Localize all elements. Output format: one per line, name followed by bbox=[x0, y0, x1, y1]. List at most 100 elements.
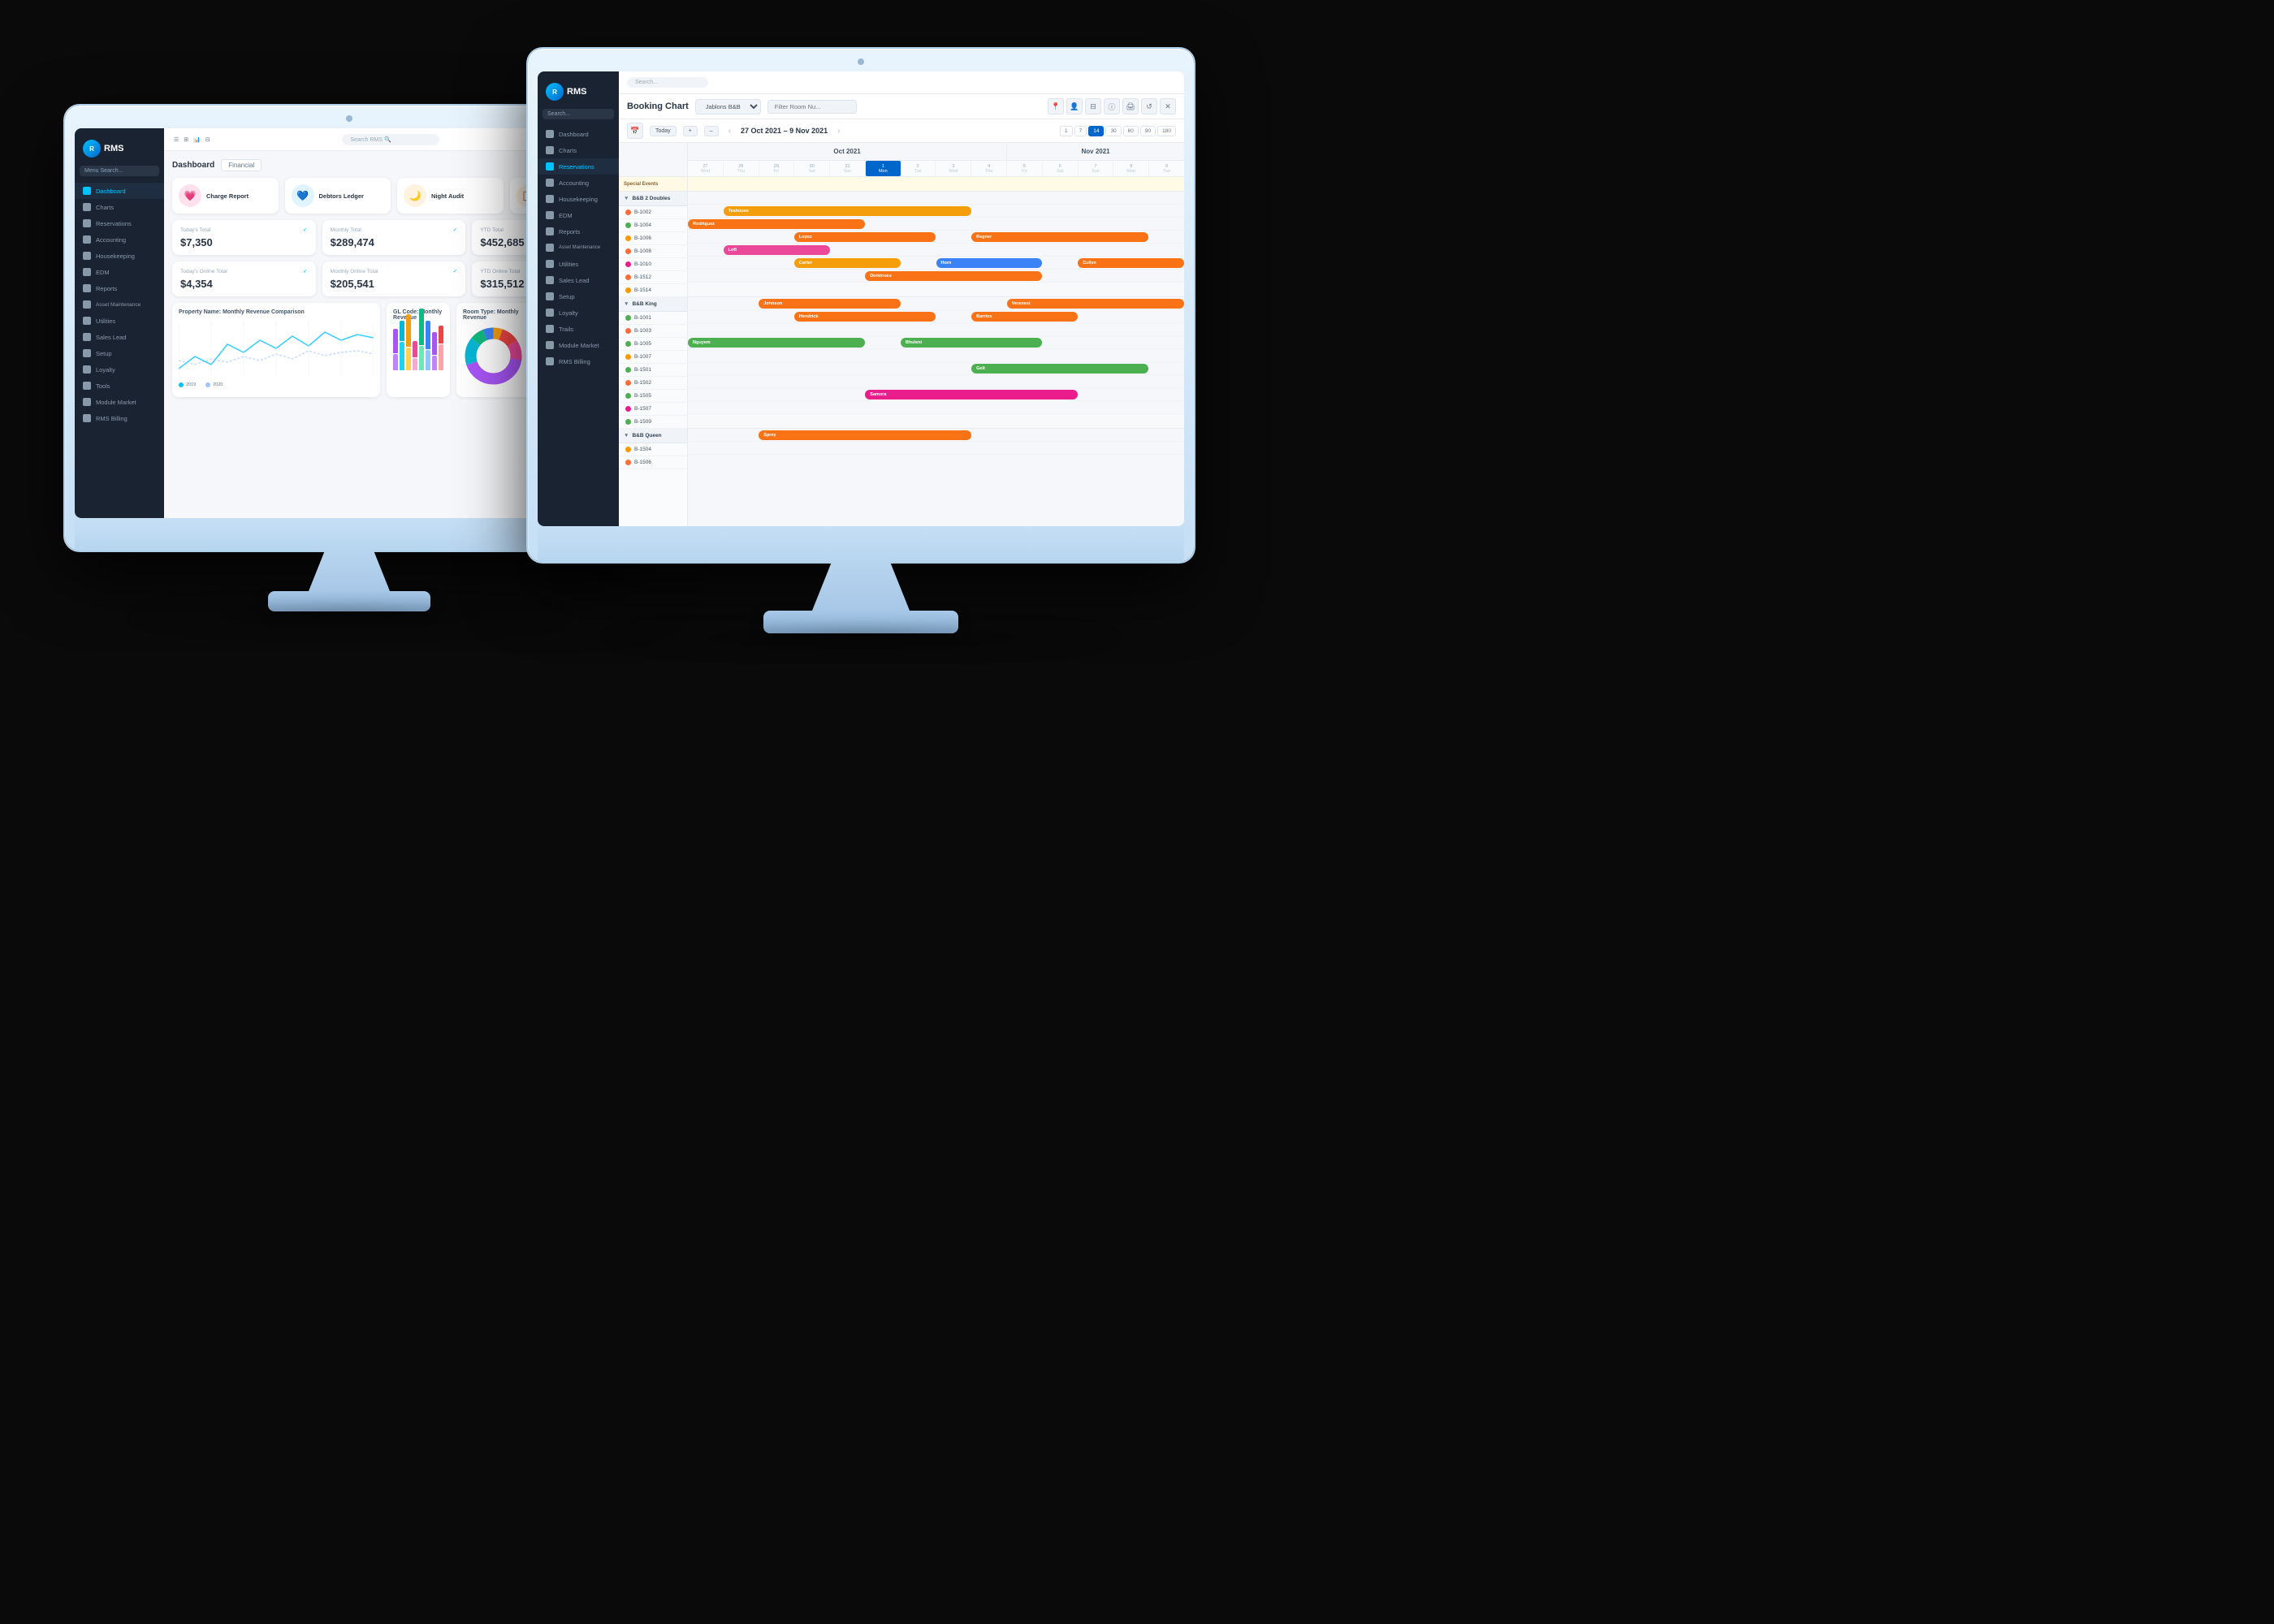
booking-nav-housekeeping[interactable]: Housekeeping bbox=[538, 191, 619, 207]
b-trails-icon bbox=[546, 325, 554, 333]
booking-nav-setup[interactable]: Setup bbox=[538, 288, 619, 304]
bar-carter[interactable]: Carter bbox=[794, 258, 901, 268]
chart-grid-area: Oct 2021 Nov 2021 27Wed 28Thu 29Fri 30Sa… bbox=[688, 143, 1184, 526]
bar-horn[interactable]: Horn bbox=[936, 258, 1043, 268]
bar-green-1 bbox=[419, 309, 424, 345]
sidebar-item-billing[interactable]: RMS Billing bbox=[75, 410, 164, 426]
bar-johnson[interactable]: Johnson bbox=[759, 299, 901, 309]
bar-teahouse[interactable]: Teahouse bbox=[724, 206, 972, 216]
legend-dot-2019 bbox=[179, 382, 184, 387]
night-audit-card[interactable]: 🌙 Night Audit bbox=[397, 178, 504, 214]
charge-report-card[interactable]: 💗 Charge Report bbox=[172, 178, 279, 214]
sidebar-item-utilities[interactable]: Utilities bbox=[75, 313, 164, 329]
booking-sidebar-search[interactable]: Search... bbox=[543, 109, 614, 119]
bar-nguyem[interactable]: Nguyem bbox=[688, 338, 865, 348]
sidebar-item-loyalty[interactable]: Loyalty bbox=[75, 361, 164, 378]
info-btn[interactable]: ⓘ bbox=[1104, 98, 1120, 114]
group-toggle-queen[interactable]: ▼ bbox=[624, 433, 629, 438]
calendar-icon-btn[interactable]: 📅 bbox=[627, 123, 643, 139]
day-col-6: 6Sat bbox=[1043, 161, 1079, 176]
booking-nav-loyalty[interactable]: Loyalty bbox=[538, 304, 619, 321]
sidebar-item-housekeeping[interactable]: Housekeeping bbox=[75, 248, 164, 264]
sidebar-item-dashboard[interactable]: Dashboard bbox=[75, 183, 164, 199]
b-utilities-icon bbox=[546, 260, 554, 268]
bar-verenest[interactable]: Verenest bbox=[1007, 299, 1184, 309]
booking-nav-sales[interactable]: Sales Lead bbox=[538, 272, 619, 288]
next-arrow[interactable]: › bbox=[837, 127, 840, 136]
booking-nav-billing[interactable]: RMS Billing bbox=[538, 353, 619, 369]
bar-samora[interactable]: Samora bbox=[865, 390, 1078, 400]
bar-lopez[interactable]: Lopez bbox=[794, 232, 936, 242]
bar-gelt[interactable]: Gelt bbox=[971, 364, 1148, 374]
sidebar-item-asset[interactable]: Asset Maintenance bbox=[75, 296, 164, 313]
bar-sprey[interactable]: Sprey bbox=[759, 430, 971, 440]
row-b1008: Lopez Regner bbox=[688, 231, 1184, 244]
bar-barrios[interactable]: Barrios bbox=[971, 312, 1078, 322]
view-180[interactable]: 180 bbox=[1157, 126, 1176, 136]
debtors-ledger-card[interactable]: 💙 Debtors Ledger bbox=[285, 178, 391, 214]
bar-rodriguez[interactable]: Rodriguez bbox=[688, 219, 865, 229]
view-30[interactable]: 30 bbox=[1105, 126, 1121, 136]
sidebar-item-sales[interactable]: Sales Lead bbox=[75, 329, 164, 345]
booking-nav-reports[interactable]: Reports bbox=[538, 223, 619, 240]
bar-chart-title: GL Code: Monthly Revenue bbox=[393, 309, 443, 321]
b-housekeeping-icon bbox=[546, 195, 554, 203]
left-sidebar: R RMS Menu Search... Dashboard Charts bbox=[75, 128, 164, 518]
sidebar-item-module[interactable]: Module Market bbox=[75, 394, 164, 410]
prev-arrow[interactable]: ‹ bbox=[728, 127, 731, 136]
print-btn[interactable]: 🖨 bbox=[1122, 98, 1139, 114]
bar-purple-3 bbox=[432, 332, 437, 355]
bar-regner[interactable]: Regner bbox=[971, 232, 1148, 242]
view-14[interactable]: 14 bbox=[1088, 126, 1104, 136]
room-label-b1002: B-1002 bbox=[619, 206, 687, 219]
view-90[interactable]: 90 bbox=[1140, 126, 1156, 136]
today-btn[interactable]: Today bbox=[650, 126, 677, 136]
person-btn[interactable]: 👤 bbox=[1066, 98, 1083, 114]
booking-nav-charts[interactable]: Charts bbox=[538, 142, 619, 158]
booking-nav-edm[interactable]: EDM bbox=[538, 207, 619, 223]
view-7[interactable]: 7 bbox=[1074, 126, 1087, 136]
financial-tab[interactable]: Financial bbox=[221, 159, 262, 171]
booking-nav-module[interactable]: Module Market bbox=[538, 337, 619, 353]
bar-bhuleni[interactable]: Bhuleni bbox=[901, 338, 1043, 348]
bar-loft[interactable]: Loft bbox=[724, 245, 830, 255]
add-btn[interactable]: + bbox=[683, 126, 698, 136]
booking-nav-asset[interactable]: Asset Maintenance bbox=[538, 240, 619, 256]
sidebar-search-left[interactable]: Menu Search... bbox=[80, 166, 159, 176]
bar-group-4 bbox=[413, 341, 417, 370]
booking-nav-trails[interactable]: Trails bbox=[538, 321, 619, 337]
booking-search-input[interactable]: Search... bbox=[627, 77, 708, 88]
booking-nav-reservations[interactable]: Reservations bbox=[538, 158, 619, 175]
refresh-btn[interactable]: ↺ bbox=[1141, 98, 1157, 114]
room-label-b1006: B-1006 bbox=[619, 232, 687, 245]
view-60[interactable]: 60 bbox=[1123, 126, 1139, 136]
booking-nav-utilities[interactable]: Utilities bbox=[538, 256, 619, 272]
location-btn[interactable]: 📍 bbox=[1048, 98, 1064, 114]
utilities-icon bbox=[83, 317, 91, 325]
sidebar-item-accounting[interactable]: Accounting bbox=[75, 231, 164, 248]
sidebar-item-tools[interactable]: Tools bbox=[75, 378, 164, 394]
filter-btn[interactable]: ⊟ bbox=[1085, 98, 1101, 114]
topbar-search-left[interactable]: Search RMS 🔍 bbox=[342, 134, 439, 145]
stat-label-5: Monthly Online Total bbox=[331, 269, 378, 274]
room-filter-input[interactable] bbox=[767, 100, 857, 114]
bar-hendrick[interactable]: Hendrick bbox=[794, 312, 936, 322]
sidebar-item-setup[interactable]: Setup bbox=[75, 345, 164, 361]
minus-btn[interactable]: – bbox=[704, 126, 719, 136]
group-toggle-doubles[interactable]: ▼ bbox=[624, 196, 629, 201]
booking-nav-accounting[interactable]: Accounting bbox=[538, 175, 619, 191]
debtors-icon: 💙 bbox=[292, 184, 314, 207]
bar-cullen[interactable]: Cullen bbox=[1078, 258, 1184, 268]
bar-dominoes[interactable]: Dominoes bbox=[865, 271, 1042, 281]
group-toggle-king[interactable]: ▼ bbox=[624, 301, 629, 307]
sidebar-item-edm[interactable]: EDM bbox=[75, 264, 164, 280]
sidebar-item-reports[interactable]: Reports bbox=[75, 280, 164, 296]
stat-label-6: YTD Online Total bbox=[480, 269, 520, 274]
close-btn-booking[interactable]: ✕ bbox=[1160, 98, 1176, 114]
view-1[interactable]: 1 bbox=[1060, 126, 1073, 136]
bar-red-1 bbox=[439, 326, 443, 343]
property-select[interactable]: Jablons B&B bbox=[695, 99, 761, 114]
sidebar-item-reservations[interactable]: Reservations bbox=[75, 215, 164, 231]
sidebar-item-charts[interactable]: Charts bbox=[75, 199, 164, 215]
booking-nav-dashboard[interactable]: Dashboard bbox=[538, 126, 619, 142]
